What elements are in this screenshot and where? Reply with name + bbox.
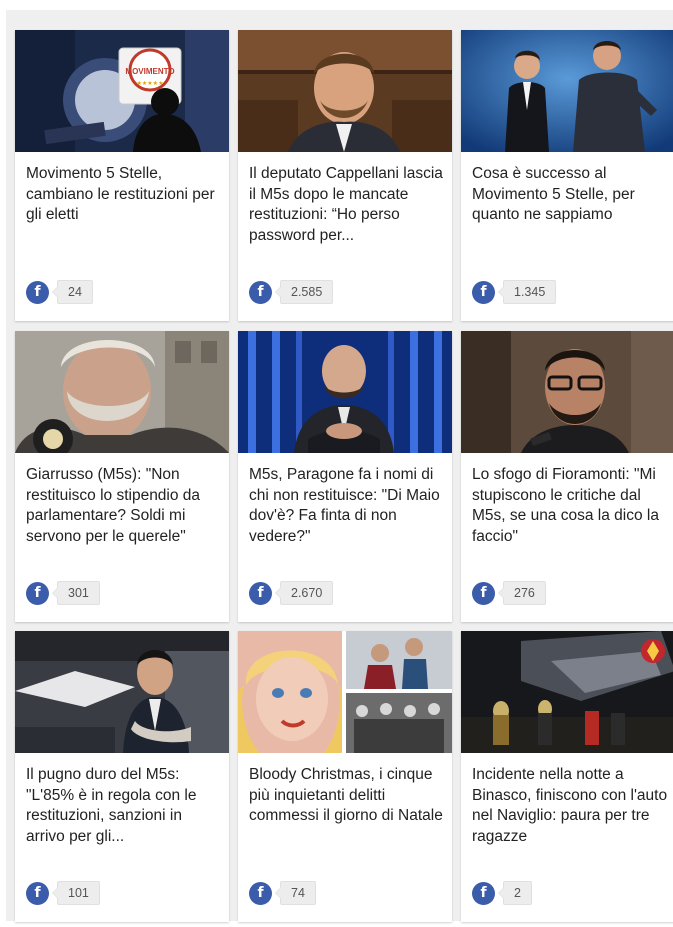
facebook-icon[interactable]: f [26, 881, 49, 905]
share-count: 74 [275, 881, 316, 905]
article-card[interactable]: Bloody Christmas, i cinque più inquietan… [238, 631, 452, 922]
article-title[interactable]: Il deputato Cappellani lascia il M5s dop… [249, 164, 445, 246]
share-count: 276 [498, 581, 546, 605]
facebook-icon[interactable]: f [472, 581, 495, 605]
svg-text:★★★★★: ★★★★★ [137, 80, 164, 87]
article-title[interactable]: M5s, Paragone fa i nomi di chi non resti… [249, 465, 445, 547]
facebook-icon[interactable]: f [26, 280, 49, 304]
article-title[interactable]: Bloody Christmas, i cinque più inquietan… [249, 765, 445, 827]
share-bar[interactable]: f 2.585 [249, 280, 334, 304]
share-bar[interactable]: f 101 [26, 881, 100, 905]
share-count: 301 [52, 581, 100, 605]
article-thumbnail[interactable]: MOVIMENTO ★★★★★ [15, 30, 229, 152]
share-bar[interactable]: f 2.670 [249, 581, 334, 605]
share-bar[interactable]: f 301 [26, 581, 100, 605]
share-count: 1.345 [497, 280, 557, 304]
related-articles-grid: MOVIMENTO ★★★★★ Movimento 5 Stelle, camb… [6, 10, 673, 922]
share-count: 101 [52, 881, 100, 905]
article-card[interactable]: MOVIMENTO ★★★★★ Movimento 5 Stelle, camb… [15, 30, 229, 321]
article-card[interactable]: Il deputato Cappellani lascia il M5s dop… [238, 30, 452, 321]
article-title[interactable]: Incidente nella notte a Binasco, finisco… [472, 765, 668, 847]
article-thumbnail[interactable] [238, 331, 452, 453]
share-bar[interactable]: f 2 [472, 881, 532, 905]
article-card[interactable]: Giarrusso (M5s): "Non restituisco lo sti… [15, 331, 229, 622]
article-thumbnail[interactable] [238, 631, 452, 753]
article-title[interactable]: Giarrusso (M5s): "Non restituisco lo sti… [26, 465, 222, 547]
article-card[interactable]: Incidente nella notte a Binasco, finisco… [461, 631, 673, 922]
facebook-icon[interactable]: f [249, 280, 272, 304]
article-thumbnail[interactable] [461, 631, 673, 753]
article-card[interactable]: Lo sfogo di Fioramonti: "Mi stupiscono l… [461, 331, 673, 622]
share-bar[interactable]: f 74 [249, 881, 316, 905]
article-card[interactable]: Cosa è successo al Movimento 5 Stelle, p… [461, 30, 673, 321]
share-count: 24 [52, 280, 93, 304]
share-bar[interactable]: f 24 [26, 280, 93, 304]
facebook-icon[interactable]: f [249, 581, 272, 605]
article-thumbnail[interactable] [238, 30, 452, 152]
share-bar[interactable]: f 276 [472, 581, 546, 605]
article-card[interactable]: M5s, Paragone fa i nomi di chi non resti… [238, 331, 452, 622]
article-card[interactable]: Il pugno duro del M5s: "L'85% è in regol… [15, 631, 229, 922]
article-title[interactable]: Cosa è successo al Movimento 5 Stelle, p… [472, 164, 668, 226]
facebook-icon[interactable]: f [26, 581, 49, 605]
movimento-logo-text: MOVIMENTO [125, 67, 174, 76]
article-thumbnail[interactable] [461, 30, 673, 152]
share-count: 2 [498, 881, 532, 905]
facebook-icon[interactable]: f [472, 881, 495, 905]
facebook-icon[interactable]: f [472, 280, 495, 304]
article-title[interactable]: Lo sfogo di Fioramonti: "Mi stupiscono l… [472, 465, 668, 547]
facebook-icon[interactable]: f [249, 881, 272, 905]
share-count: 2.670 [274, 581, 334, 605]
share-bar[interactable]: f 1.345 [472, 280, 557, 304]
article-thumbnail[interactable] [15, 631, 229, 753]
article-thumbnail[interactable] [461, 331, 673, 453]
article-title[interactable]: Movimento 5 Stelle, cambiano le restituz… [26, 164, 222, 226]
article-title[interactable]: Il pugno duro del M5s: "L'85% è in regol… [26, 765, 222, 847]
article-thumbnail[interactable] [15, 331, 229, 453]
share-count: 2.585 [274, 280, 334, 304]
